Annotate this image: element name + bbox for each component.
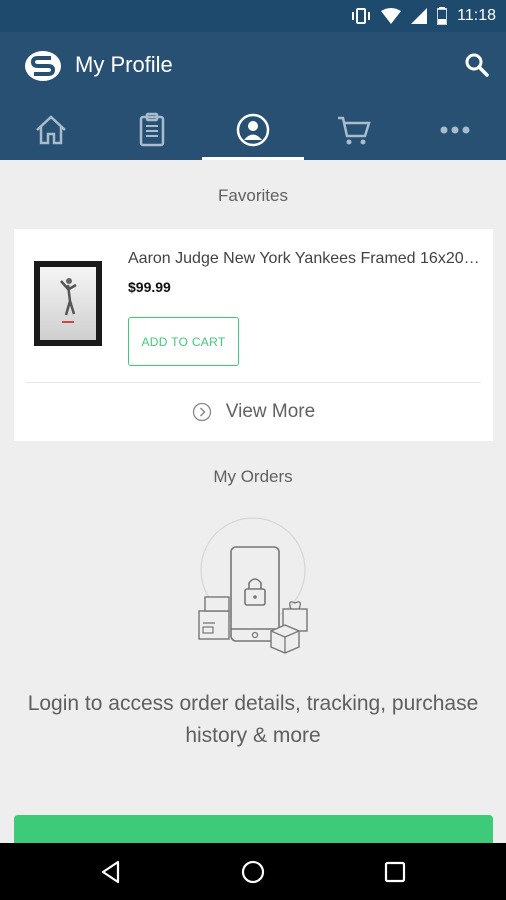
login-button[interactable] <box>14 815 493 845</box>
app-logo-icon <box>25 51 61 81</box>
status-icons: 11:18 <box>351 0 496 32</box>
home-icon <box>35 115 66 145</box>
product-name[interactable]: Aaron Judge New York Yankees Framed 16x2… <box>128 250 483 268</box>
back-icon[interactable] <box>98 859 124 885</box>
product-price: $99.99 <box>128 279 171 295</box>
system-nav-bar <box>0 843 506 900</box>
search-icon[interactable] <box>464 52 490 78</box>
app-bar: My Profile <box>0 32 506 100</box>
login-prompt-text: Login to access order details, tracking,… <box>27 692 479 747</box>
profile-icon <box>236 113 270 147</box>
locked-phone-illustration-icon <box>198 517 308 654</box>
cart-icon <box>338 116 371 145</box>
view-more-label: View More <box>225 401 316 422</box>
signal-icon <box>411 8 428 24</box>
favorites-heading: Favorites <box>218 186 288 205</box>
recents-icon[interactable] <box>382 859 408 885</box>
vibrate-icon <box>352 8 371 24</box>
tab-bar <box>0 100 506 160</box>
status-time: 11:18 <box>457 7 496 24</box>
tab-more[interactable] <box>405 100 506 160</box>
view-more-link[interactable]: View More <box>14 397 493 427</box>
orders-heading: My Orders <box>213 467 293 486</box>
divider <box>26 382 481 383</box>
wifi-icon <box>381 8 402 24</box>
favorites-card: Aaron Judge New York Yankees Framed 16x2… <box>14 229 493 441</box>
product-thumbnail[interactable] <box>34 261 102 346</box>
player-silhouette-icon <box>60 278 77 323</box>
battery-icon <box>437 7 448 25</box>
chevron-right-circle-icon <box>192 402 211 422</box>
clipboard-icon <box>139 112 165 147</box>
home-nav-icon[interactable] <box>240 859 266 885</box>
product-image <box>40 267 96 340</box>
add-to-cart-button[interactable]: ADD TO CART <box>128 317 239 366</box>
more-icon <box>440 126 470 134</box>
tab-profile[interactable] <box>202 100 304 160</box>
tab-home[interactable] <box>0 100 101 160</box>
tab-cart[interactable] <box>304 100 405 160</box>
status-bar: 11:18 <box>0 0 506 32</box>
page-title: My Profile <box>75 52 173 77</box>
tab-orders[interactable] <box>101 100 202 160</box>
